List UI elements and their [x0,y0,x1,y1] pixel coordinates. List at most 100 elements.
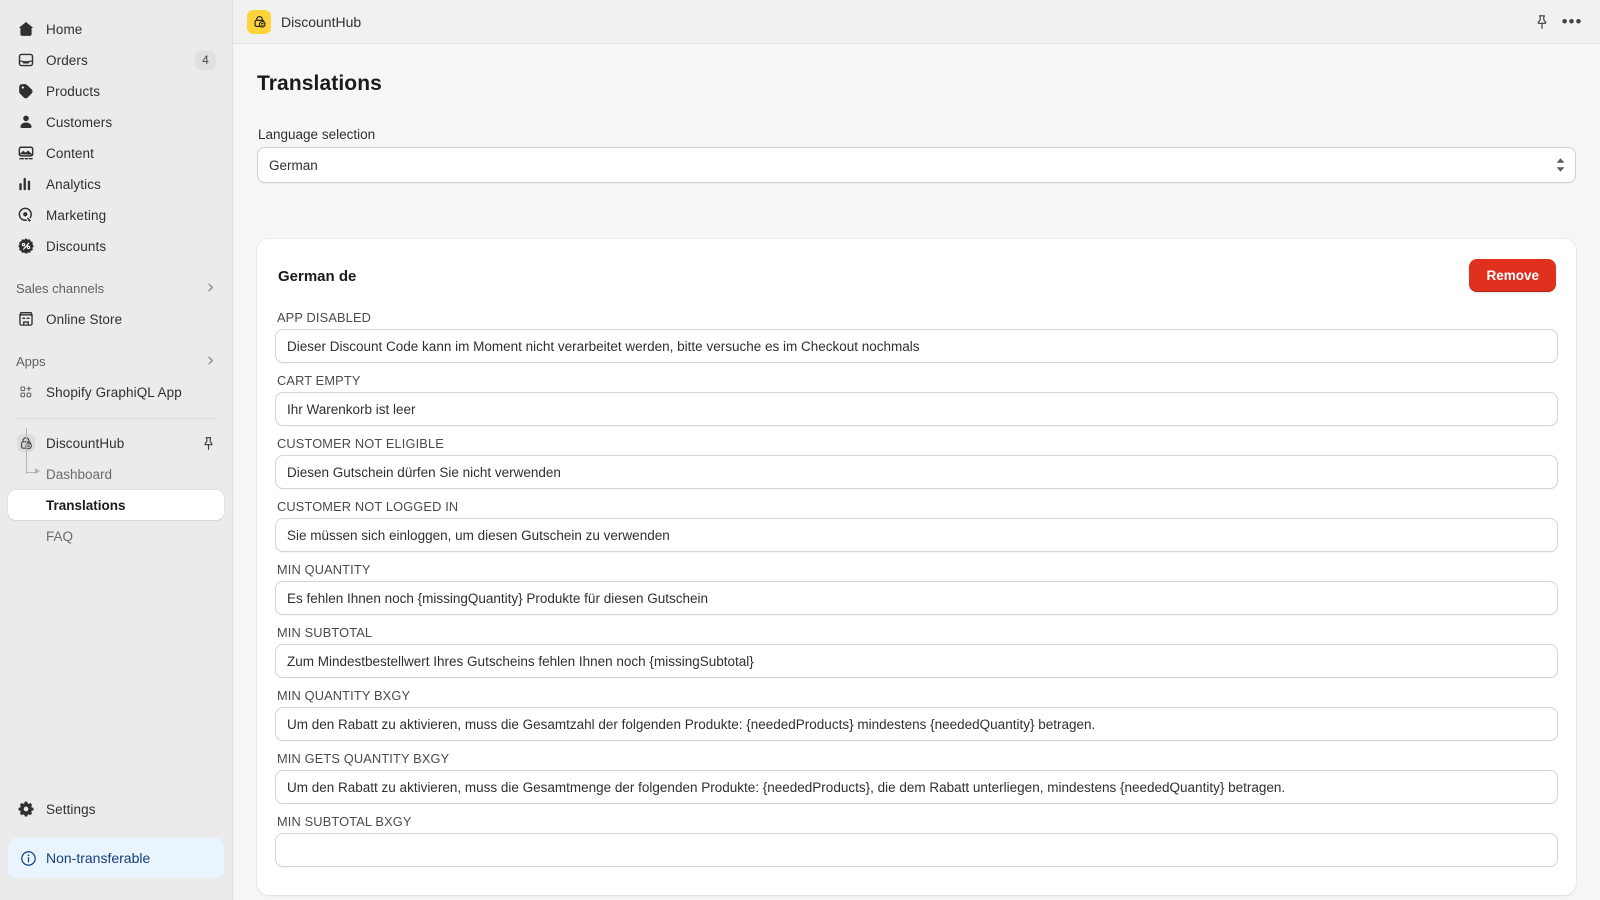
app-title-chip[interactable]: DiscountHub [241,7,367,37]
products-icon [16,81,36,101]
banner-label: Non-transferable [46,850,150,866]
analytics-icon [16,174,36,194]
tree-connector [26,428,27,474]
sidebar-item-label: Shopify GraphiQL App [46,385,216,400]
sidebar: Home Orders 4 Products [0,0,232,900]
customers-icon [16,112,36,132]
sidebar-item-orders[interactable]: Orders 4 [8,45,224,75]
sidebar-item-label: Settings [46,802,216,817]
sidebar-subitem-translations[interactable]: Translations [8,490,224,520]
tree-connector-arrow [35,468,40,474]
field-label: MIN QUANTITY [277,562,1558,577]
card-title: German de [277,259,356,285]
remove-button[interactable]: Remove [1469,259,1556,292]
sidebar-item-label: Analytics [46,177,216,192]
field-input-customer-not-eligible[interactable] [275,455,1558,489]
sidebar-item-products[interactable]: Products [8,76,224,106]
sidebar-item-settings[interactable]: Settings [8,794,224,824]
translation-field: MIN SUBTOTAL [275,625,1558,688]
translation-field: CUSTOMER NOT ELIGIBLE [275,436,1558,499]
sidebar-item-label: Content [46,146,216,161]
online-store-icon [16,309,36,329]
sidebar-item-customers[interactable]: Customers [8,107,224,137]
translation-card: German de Remove APP DISABLED CART EMPTY [257,239,1576,895]
app-title-label: DiscountHub [281,14,361,30]
sidebar-item-analytics[interactable]: Analytics [8,169,224,199]
sidebar-divider [16,418,216,419]
translation-field: APP DISABLED [275,310,1558,373]
translation-field: MIN QUANTITY [275,562,1558,625]
page-title: Translations [257,72,1576,96]
field-label: CART EMPTY [277,373,1558,388]
translation-field: CUSTOMER NOT LOGGED IN [275,499,1558,562]
pin-icon[interactable] [201,436,216,451]
translation-fields: APP DISABLED CART EMPTY CUSTOMER NOT ELI… [275,310,1558,877]
section-label: Sales channels [16,281,205,296]
language-select[interactable]: German [257,147,1576,183]
field-label: MIN QUANTITY BXGY [277,688,1558,703]
sidebar-section-apps[interactable]: Apps [8,347,224,375]
field-label: MIN SUBTOTAL [277,625,1558,640]
gear-icon [16,799,36,819]
translation-field: MIN SUBTOTAL BXGY [275,814,1558,877]
marketing-icon [16,205,36,225]
field-label: APP DISABLED [277,310,1558,325]
sidebar-spacer [0,552,232,794]
field-input-app-disabled[interactable] [275,329,1558,363]
chevron-right-icon [205,282,216,295]
field-input-min-subtotal[interactable] [275,644,1558,678]
card-header: German de Remove [275,259,1558,292]
more-horizontal-icon[interactable]: ••• [1558,8,1586,36]
section-label: Apps [16,354,205,369]
sidebar-item-label: Online Store [46,312,216,327]
field-input-min-gets-quantity-bxgy[interactable] [275,770,1558,804]
sidebar-item-discounthub[interactable]: DiscountHub [8,428,224,458]
sidebar-primary-nav: Home Orders 4 Products [0,14,232,262]
discounthub-logo-icon [247,10,271,34]
info-icon [20,850,37,867]
sidebar-item-label: Discounts [46,239,216,254]
select-stepper-icon [1556,158,1565,172]
sidebar-item-label: Orders [46,53,195,68]
content-icon [16,143,36,163]
sidebar-subitem-dashboard[interactable]: Dashboard [8,459,224,489]
sidebar-item-label: DiscountHub [46,436,201,451]
graphiql-icon [16,382,36,402]
field-label: CUSTOMER NOT LOGGED IN [277,499,1558,514]
main-region: DiscountHub ••• Translations Language se… [232,0,1600,900]
field-input-min-subtotal-bxgy[interactable] [275,833,1558,867]
sidebar-item-shopify-graphiql-app[interactable]: Shopify GraphiQL App [8,377,224,407]
field-label: CUSTOMER NOT ELIGIBLE [277,436,1558,451]
home-icon [16,19,36,39]
translation-field: CART EMPTY [275,373,1558,436]
sidebar-subitem-label: Translations [46,498,126,513]
topbar: DiscountHub ••• [233,0,1600,44]
sidebar-item-content[interactable]: Content [8,138,224,168]
translation-field: MIN GETS QUANTITY BXGY [275,751,1558,814]
page-content: Translations Language selection German G… [233,44,1600,900]
pin-icon[interactable] [1528,8,1556,36]
field-input-cart-empty[interactable] [275,392,1558,426]
sidebar-group-discounthub: DiscountHub Dashboard Translations FAQ [0,428,232,552]
field-input-min-quantity-bxgy[interactable] [275,707,1558,741]
field-label: MIN GETS QUANTITY BXGY [277,751,1558,766]
sidebar-section-sales-channels[interactable]: Sales channels [8,274,224,302]
more-dots: ••• [1562,17,1583,27]
sidebar-subitem-label: Dashboard [46,467,112,482]
sidebar-item-home[interactable]: Home [8,14,224,44]
orders-badge: 4 [195,51,216,70]
non-transferable-banner: Non-transferable [8,838,224,878]
field-input-customer-not-logged-in[interactable] [275,518,1558,552]
translation-field: MIN QUANTITY BXGY [275,688,1558,751]
sidebar-item-label: Home [46,22,216,37]
app-root: Home Orders 4 Products [0,0,1600,900]
content-inner: Translations Language selection German G… [233,72,1600,895]
sidebar-item-marketing[interactable]: Marketing [8,200,224,230]
sidebar-subitem-faq[interactable]: FAQ [8,521,224,551]
sidebar-item-label: Products [46,84,216,99]
language-select-value: German [269,158,318,173]
sidebar-item-online-store[interactable]: Online Store [8,304,224,334]
orders-icon [16,50,36,70]
field-input-min-quantity[interactable] [275,581,1558,615]
sidebar-item-discounts[interactable]: Discounts [8,231,224,261]
